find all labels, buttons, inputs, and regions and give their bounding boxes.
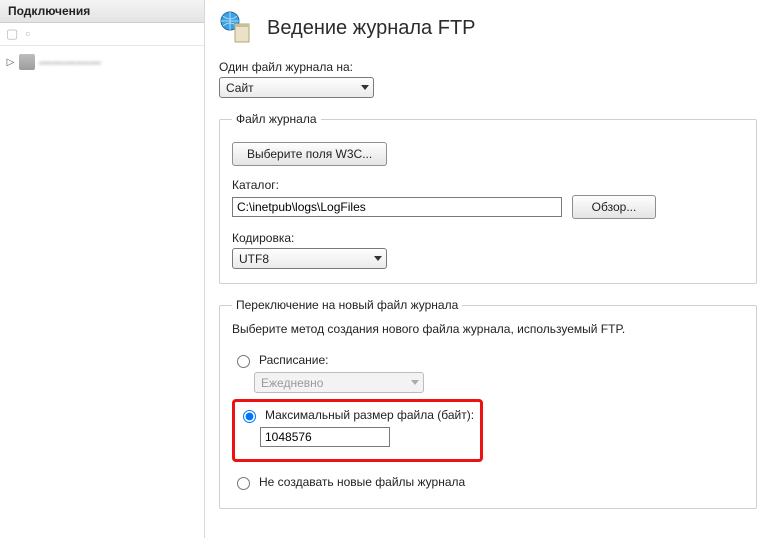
log-file-group: Файл журнала Выберите поля W3C... Катало… xyxy=(219,112,757,284)
encoding-label: Кодировка: xyxy=(232,231,744,245)
rollover-group: Переключение на новый файл журнала Выбер… xyxy=(219,298,757,509)
chevron-down-icon xyxy=(374,256,382,261)
rollover-hint: Выберите метод создания нового файла жур… xyxy=(232,322,744,336)
max-size-input[interactable] xyxy=(260,427,390,447)
encoding-select[interactable]: UTF8 xyxy=(232,248,387,269)
catalog-input[interactable] xyxy=(232,197,562,217)
page-title: Ведение журнала FTP xyxy=(267,17,476,40)
one-log-per-value: Сайт xyxy=(226,81,254,95)
tree-item-label: ————— xyxy=(39,55,102,69)
no-new-files-radio-label: Не создавать новые файлы журнала xyxy=(259,475,465,489)
catalog-label: Каталог: xyxy=(232,178,744,192)
rollover-legend: Переключение на новый файл журнала xyxy=(232,298,462,312)
encoding-value: UTF8 xyxy=(239,252,269,266)
sidebar-toolbar: ▢ ▫ xyxy=(0,23,204,46)
schedule-radio-label: Расписание: xyxy=(259,353,329,367)
sidebar: Подключения ▢ ▫ ▷ ————— xyxy=(0,0,205,538)
no-new-files-radio[interactable] xyxy=(237,477,250,490)
server-icon xyxy=(19,54,35,70)
schedule-select: Ежедневно xyxy=(254,372,424,393)
max-size-highlight: Максимальный размер файла (байт): xyxy=(232,399,483,462)
one-log-per-select[interactable]: Сайт xyxy=(219,77,374,98)
schedule-value: Ежедневно xyxy=(261,376,323,390)
browse-button-label: Обзор... xyxy=(592,200,637,214)
max-size-radio[interactable] xyxy=(243,410,256,423)
ftp-logging-icon xyxy=(219,10,255,46)
schedule-radio[interactable] xyxy=(237,355,250,368)
chevron-down-icon xyxy=(411,380,419,385)
browse-button[interactable]: Обзор... xyxy=(572,195,656,219)
one-log-per-label: Один файл журнала на: xyxy=(219,60,757,74)
content-pane: Ведение журнала FTP Один файл журнала на… xyxy=(205,0,767,538)
tree-expand-icon[interactable]: ▷ xyxy=(6,57,15,68)
tree-item[interactable]: ▷ ————— xyxy=(4,52,200,72)
page-icon: ▢ ▫ xyxy=(6,26,30,41)
max-size-radio-label: Максимальный размер файла (байт): xyxy=(265,408,474,422)
select-w3c-fields-button[interactable]: Выберите поля W3C... xyxy=(232,142,387,166)
sidebar-title: Подключения xyxy=(0,0,204,23)
chevron-down-icon xyxy=(361,85,369,90)
log-file-legend: Файл журнала xyxy=(232,112,321,126)
connections-tree: ▷ ————— xyxy=(0,46,204,78)
select-w3c-fields-label: Выберите поля W3C... xyxy=(247,147,372,161)
